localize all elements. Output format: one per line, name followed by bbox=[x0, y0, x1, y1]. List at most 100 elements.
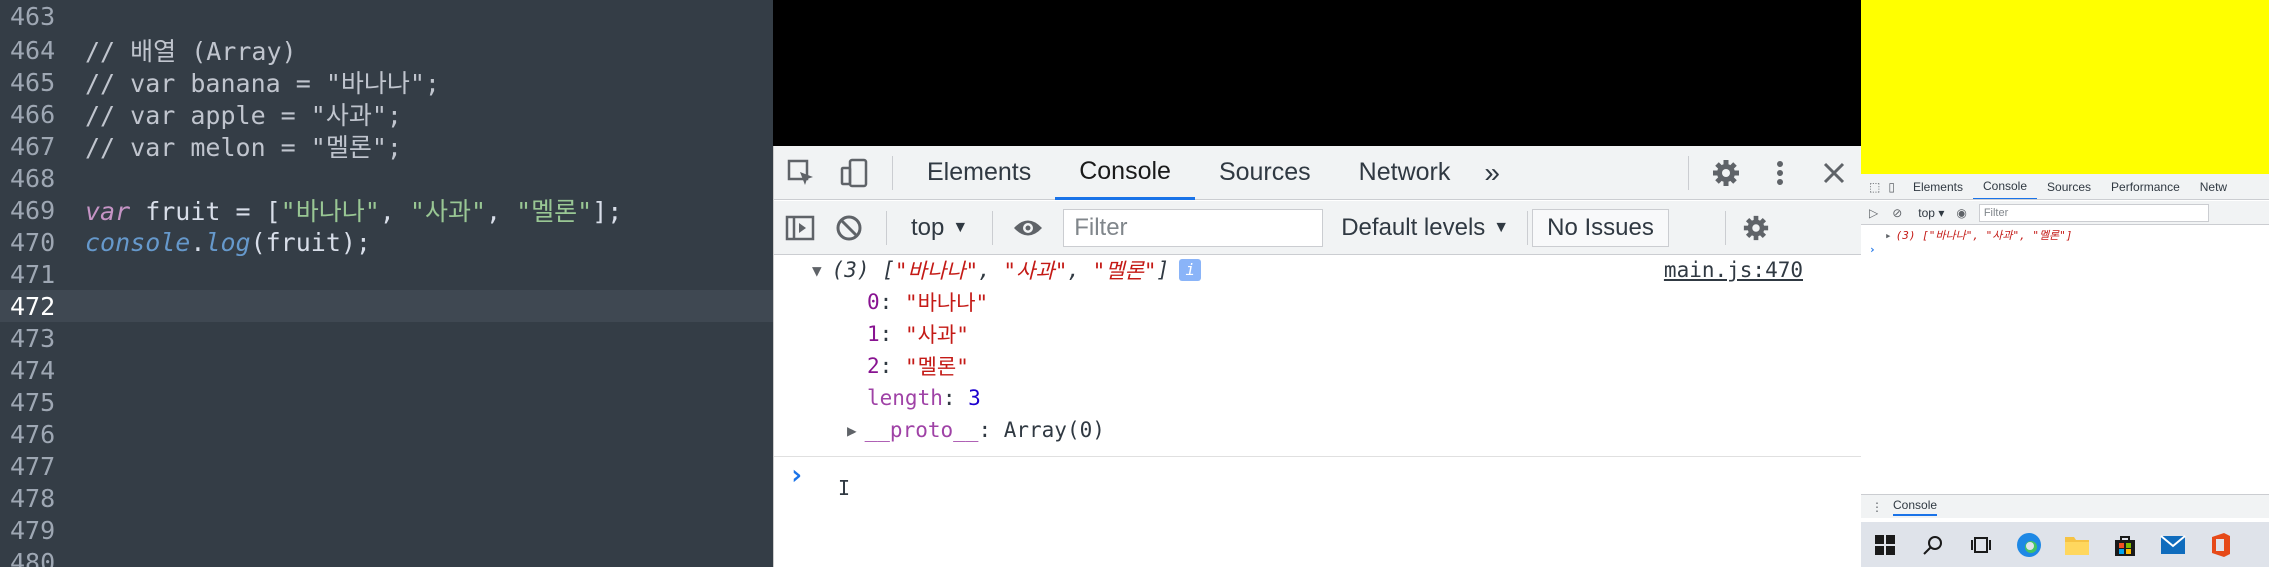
filter-input[interactable]: Filter bbox=[1978, 203, 2209, 222]
line-number: 476 bbox=[10, 419, 56, 449]
summary-item: "바나나" bbox=[894, 259, 979, 283]
levels-label: Default levels bbox=[1341, 213, 1486, 241]
entry-key: 1 bbox=[867, 322, 880, 346]
inspect-element-icon[interactable] bbox=[774, 146, 828, 200]
editor-line[interactable]: 470 console.log(fruit); bbox=[0, 226, 773, 258]
log-text: (3) ["바나나", "사과", "멜론"] bbox=[1895, 229, 2073, 242]
console-settings-gear-icon[interactable] bbox=[1736, 201, 1776, 255]
editor-line[interactable]: 463 bbox=[0, 0, 773, 32]
proto-value: : Array(0) bbox=[978, 418, 1105, 442]
search-icon[interactable] bbox=[1909, 522, 1957, 567]
device-toolbar-icon[interactable] bbox=[828, 146, 882, 200]
task-view-icon[interactable] bbox=[1957, 522, 2005, 567]
devtools-tabbar: Elements Console Sources Network » bbox=[774, 146, 1861, 200]
office-icon[interactable] bbox=[2197, 522, 2245, 567]
tab-performance[interactable]: Performance bbox=[2101, 180, 2190, 194]
editor-line[interactable]: 476 bbox=[0, 418, 773, 450]
entry-value: "멜론" bbox=[904, 355, 969, 379]
string-token: "사과" bbox=[409, 197, 486, 226]
context-select[interactable]: top ▾ bbox=[1910, 206, 1952, 220]
tab-console[interactable]: Console bbox=[1972, 174, 2038, 199]
console-toolbar: top ▼ Filter Default levels ▼ No Issues bbox=[774, 201, 1861, 255]
line-number: 473 bbox=[10, 323, 56, 353]
console-prompt-icon[interactable]: › bbox=[1861, 243, 2269, 259]
drawer-console-tab[interactable]: Console bbox=[1893, 498, 1938, 516]
editor-line[interactable]: 473 bbox=[0, 322, 773, 354]
proto-entry[interactable]: ▶ __proto__: Array(0) bbox=[847, 416, 1105, 444]
editor-line[interactable]: 477 bbox=[0, 450, 773, 482]
tab-network[interactable]: Netw bbox=[2190, 180, 2237, 194]
editor-line[interactable]: 468 bbox=[0, 162, 773, 194]
expand-triangle-icon[interactable]: ▶ bbox=[847, 421, 857, 440]
line-number: 466 bbox=[10, 99, 56, 129]
summary-item: "사과" bbox=[1003, 259, 1068, 283]
collapse-triangle-icon[interactable]: ▼ bbox=[812, 261, 822, 280]
line-number: 465 bbox=[10, 67, 56, 97]
close-icon[interactable] bbox=[1807, 146, 1861, 200]
line-number: 464 bbox=[10, 35, 56, 65]
info-icon[interactable]: i bbox=[1179, 259, 1202, 281]
device-toolbar-icon[interactable]: ▯ bbox=[1884, 180, 1903, 194]
editor-line[interactable]: 469 var fruit = ["바나나", "사과", "멜론"]; bbox=[0, 194, 773, 227]
line-code: console.log(fruit); bbox=[85, 228, 371, 257]
source-link[interactable]: main.js:470 bbox=[1664, 256, 1803, 284]
live-expression-eye-icon[interactable]: ◉ bbox=[1952, 206, 1970, 220]
mini-console-output: ▸ (3) ["바나나", "사과", "멜론"] › bbox=[1861, 227, 2269, 259]
windows-start-icon[interactable] bbox=[1861, 522, 1909, 567]
editor-line[interactable]: 467 // var melon = "멜론"; bbox=[0, 130, 773, 163]
clear-console-icon[interactable]: ⊘ bbox=[1884, 206, 1910, 220]
array-log-summary[interactable]: ▼ (3) ["바나나", "사과", "멜론"] i bbox=[812, 256, 1202, 284]
line-number: 477 bbox=[10, 451, 56, 481]
array-length: length: 3 bbox=[867, 384, 981, 412]
line-number: 479 bbox=[10, 515, 56, 545]
code-token: , bbox=[379, 197, 410, 226]
console-prompt-icon: › bbox=[788, 457, 805, 491]
mail-icon[interactable] bbox=[2149, 522, 2197, 567]
live-expression-eye-icon[interactable] bbox=[1003, 201, 1053, 255]
sidebar-toggle-icon[interactable] bbox=[778, 201, 822, 255]
line-number: 475 bbox=[10, 387, 56, 417]
editor-line[interactable]: 478 bbox=[0, 482, 773, 514]
kebab-menu-icon[interactable] bbox=[1753, 146, 1807, 200]
editor-line[interactable]: 466 // var apple = "사과"; bbox=[0, 98, 773, 131]
file-explorer-icon[interactable] bbox=[2053, 522, 2101, 567]
settings-gear-icon[interactable] bbox=[1699, 146, 1753, 200]
context-select[interactable]: top ▼ bbox=[897, 214, 982, 242]
more-tabs-button[interactable]: » bbox=[1474, 146, 1510, 200]
expand-triangle-icon[interactable]: ▸ bbox=[1885, 229, 1892, 242]
sidebar-toggle-icon[interactable]: ▷ bbox=[1861, 206, 1884, 220]
clear-console-icon[interactable] bbox=[822, 201, 876, 255]
array-log-summary[interactable]: ▸ (3) ["바나나", "사과", "멜론"] bbox=[1861, 227, 2269, 243]
line-number: 463 bbox=[10, 1, 56, 31]
console-input[interactable]: I bbox=[814, 466, 1814, 526]
editor-line[interactable]: 465 // var banana = "바나나"; bbox=[0, 66, 773, 99]
issues-button[interactable]: No Issues bbox=[1532, 208, 1669, 247]
store-icon[interactable] bbox=[2101, 522, 2149, 567]
log-levels-dropdown[interactable]: Default levels ▼ bbox=[1327, 214, 1523, 242]
tab-network[interactable]: Network bbox=[1335, 146, 1475, 200]
filter-input[interactable]: Filter bbox=[1063, 208, 1324, 247]
tab-elements[interactable]: Elements bbox=[1903, 180, 1973, 194]
inspect-element-icon[interactable]: ⬚ bbox=[1861, 180, 1884, 194]
editor-line[interactable]: 475 bbox=[0, 386, 773, 418]
editor-line[interactable]: 480 bbox=[0, 546, 773, 567]
line-code: // 배열 (Array) bbox=[85, 37, 297, 66]
tab-console[interactable]: Console bbox=[1055, 146, 1195, 200]
editor-line-active[interactable]: 472 bbox=[0, 290, 773, 322]
code-editor[interactable]: 463 464 // 배열 (Array) 465 // var banana = … bbox=[0, 0, 773, 567]
editor-line[interactable]: 471 bbox=[0, 258, 773, 290]
tab-elements[interactable]: Elements bbox=[903, 146, 1055, 200]
editor-line[interactable]: 464 // 배열 (Array) bbox=[0, 34, 773, 67]
tab-sources[interactable]: Sources bbox=[1195, 146, 1335, 200]
code-token: fruit = [ bbox=[130, 197, 281, 226]
edge-browser-icon[interactable] bbox=[2005, 522, 2053, 567]
drawer-menu-icon[interactable]: ⋮ bbox=[1861, 500, 1893, 514]
line-code: // var melon = "멜론"; bbox=[85, 133, 402, 162]
array-entry: 1: "사과" bbox=[867, 320, 969, 348]
tab-sources[interactable]: Sources bbox=[2037, 180, 2101, 194]
editor-line[interactable]: 474 bbox=[0, 354, 773, 386]
array-entry: 2: "멜론" bbox=[867, 352, 969, 380]
summary-sep: , bbox=[1067, 258, 1093, 282]
editor-line[interactable]: 479 bbox=[0, 514, 773, 546]
line-number: 480 bbox=[10, 547, 56, 567]
